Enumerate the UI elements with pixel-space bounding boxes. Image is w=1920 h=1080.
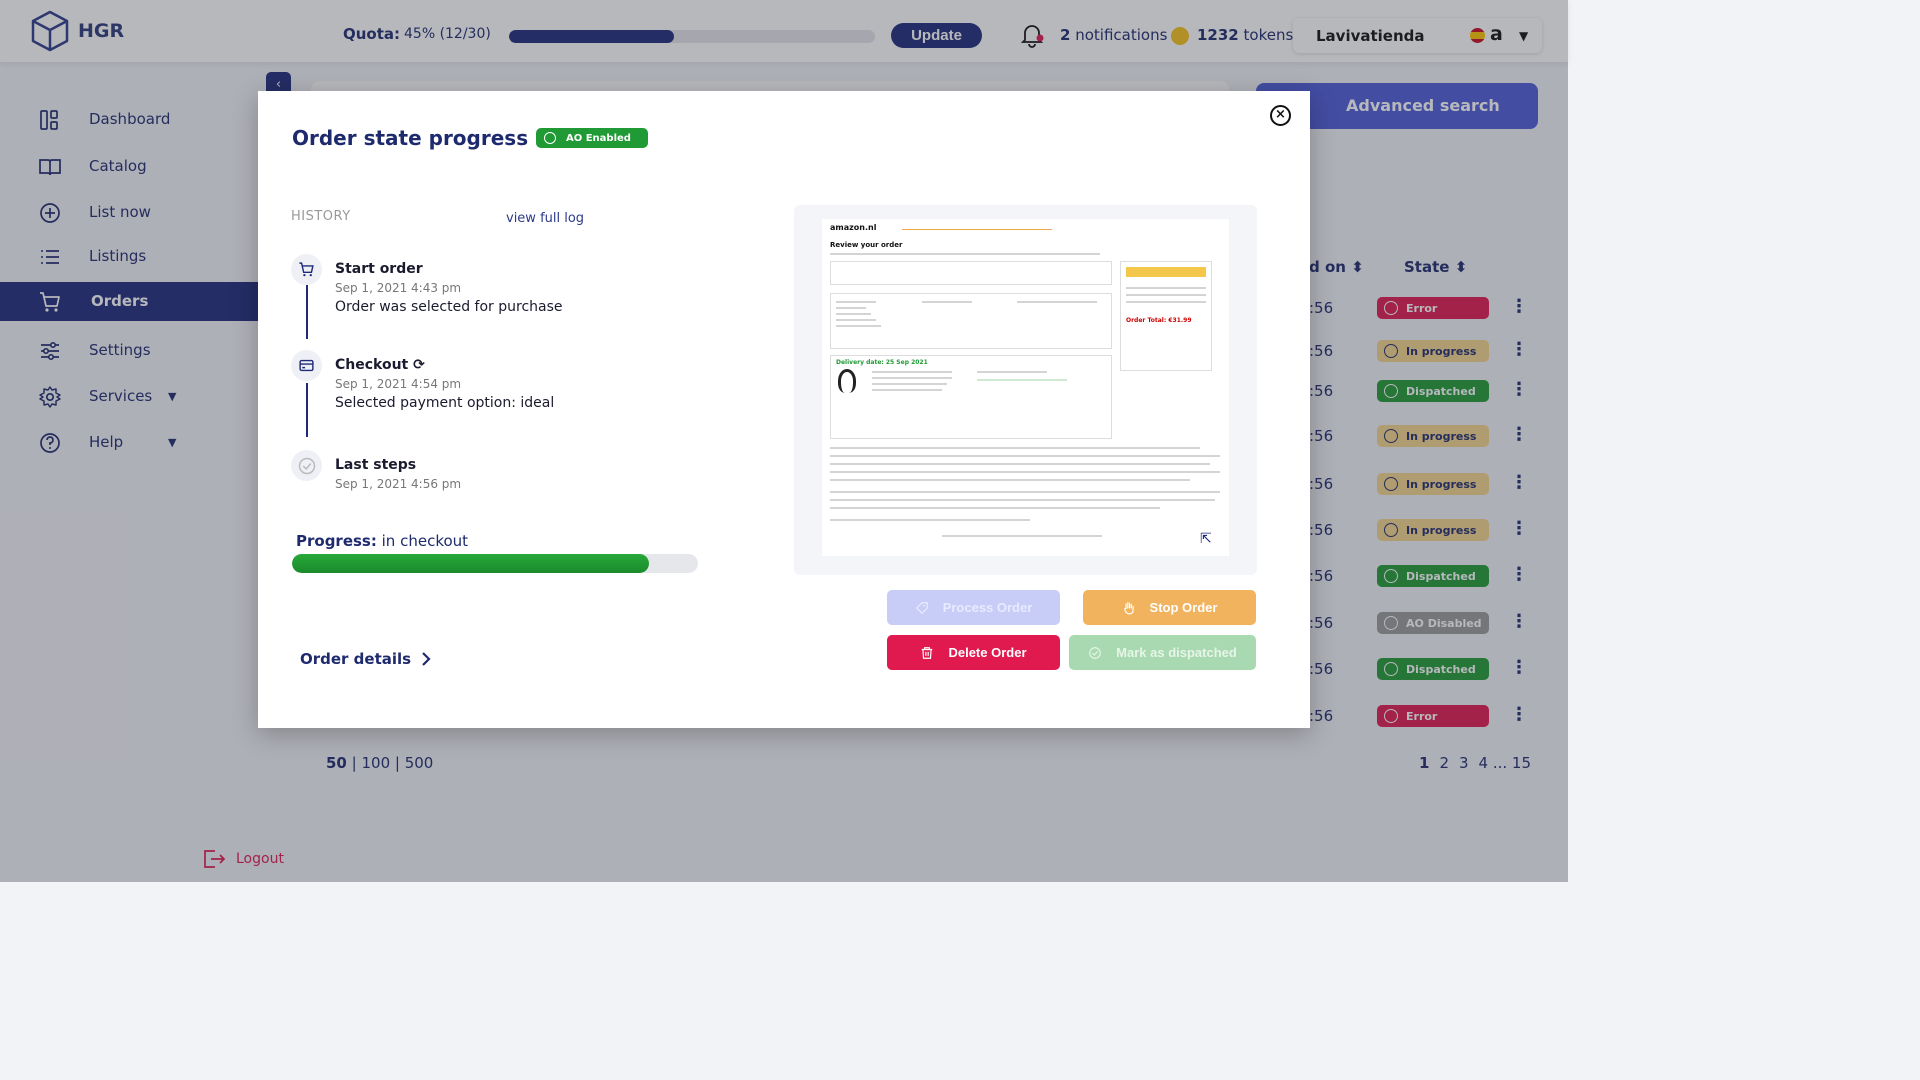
preview-text-line [830,463,1210,465]
preview-text-line [836,313,871,315]
history-label: HISTORY [291,209,351,224]
order-progress-fill [292,554,650,573]
preview-text-line [942,535,1102,537]
preview-text-line [830,519,1030,521]
credit-card-icon [291,350,322,381]
delete-order-button[interactable]: Delete Order [887,635,1060,670]
preview-text-line [1017,301,1097,303]
preview-order-total: Order Total: €31.99 [1126,317,1192,324]
external-link-icon[interactable]: ⇱ [1200,531,1212,547]
progress-status: in checkout [381,532,469,550]
screenshot-image: amazon.nl Review your order Delivery dat… [822,219,1229,556]
delete-order-label: Delete Order [948,645,1027,660]
step-description: Selected payment option: ideal [335,395,555,411]
view-full-log-link[interactable]: view full log [506,211,584,226]
step-title: Last steps [335,457,417,473]
tag-icon [915,601,928,614]
preview-text-line [830,479,1190,481]
step-title: Checkout ⟳ [335,357,425,373]
preview-text-line [836,319,876,321]
stop-order-label: Stop Order [1149,600,1218,615]
progress-label: Progress: in checkout [296,532,468,550]
preview-text-line [836,307,866,309]
trash-icon [922,646,933,659]
headset-image [838,369,856,393]
preview-text-line [977,371,1047,373]
step-date: Sep 1, 2021 4:54 pm [335,377,462,391]
preview-text-line [1126,301,1206,303]
preview-text-line [872,377,952,379]
modal-title: Order state progress [292,126,529,150]
preview-text-line [830,491,1220,493]
preview-text-line [1126,287,1206,289]
preview-delivery-date: Delivery date: 25 Sep 2021 [836,359,928,366]
mark-dispatched-button[interactable]: Mark as dispatched [1069,635,1256,670]
hand-stop-icon [1123,601,1134,614]
check-circle-icon [291,450,322,481]
ao-status-label: AO Enabled [566,132,631,144]
preview-heading: Review your order [830,241,903,249]
timeline-connector [306,285,308,339]
preview-text-line [830,253,1100,255]
preview-text-line [830,471,1220,473]
stop-order-button[interactable]: Stop Order [1083,590,1256,625]
step-description: Order was selected for purchase [335,299,563,315]
ao-status-badge: AO Enabled [536,128,648,148]
preview-text-line [872,383,947,385]
order-progress-bar [292,554,698,573]
chevron-right-icon [422,652,431,666]
step-date: Sep 1, 2021 4:43 pm [335,281,462,295]
preview-text-line [836,325,881,327]
preview-text-line [872,371,952,373]
order-details-link[interactable]: Order details [300,650,431,668]
preview-text-line [830,455,1220,457]
refresh-icon: ⟳ [413,357,425,373]
preview-place-order-button [1126,267,1206,277]
preview-text-line [830,499,1215,501]
progress-label-key: Progress: [296,532,377,550]
process-order-label: Process Order [942,600,1033,615]
preview-logo: amazon.nl [830,223,877,232]
preview-summary-box [1120,261,1212,371]
step-date: Sep 1, 2021 4:56 pm [335,477,462,491]
preview-decoration [902,229,1052,230]
close-icon[interactable]: × [1270,105,1291,126]
step-title: Start order [335,261,423,277]
preview-delivery-box [830,355,1112,439]
preview-text-line [872,389,942,391]
timeline-connector [306,383,308,437]
preview-text-line [830,507,1160,509]
check-circle-icon [1089,646,1102,659]
preview-text-line [1126,294,1206,296]
preview-text-line [830,447,1200,449]
order-details-label: Order details [300,650,412,668]
preview-total-value: €31.99 [1168,317,1192,324]
preview-info-box [830,261,1112,285]
step-title-text: Checkout [335,357,409,373]
check-circle-icon [544,132,556,144]
cart-icon [291,254,322,285]
preview-text-line [977,379,1067,381]
order-state-modal: Order state progress AO Enabled × HISTOR… [258,91,1310,728]
checkout-screenshot-preview[interactable]: amazon.nl Review your order Delivery dat… [794,205,1257,575]
preview-total-label: Order Total: [1126,317,1167,324]
mark-dispatched-label: Mark as dispatched [1116,645,1237,660]
preview-text-line [922,301,972,303]
preview-text-line [836,301,876,303]
process-order-button[interactable]: Process Order [887,590,1060,625]
